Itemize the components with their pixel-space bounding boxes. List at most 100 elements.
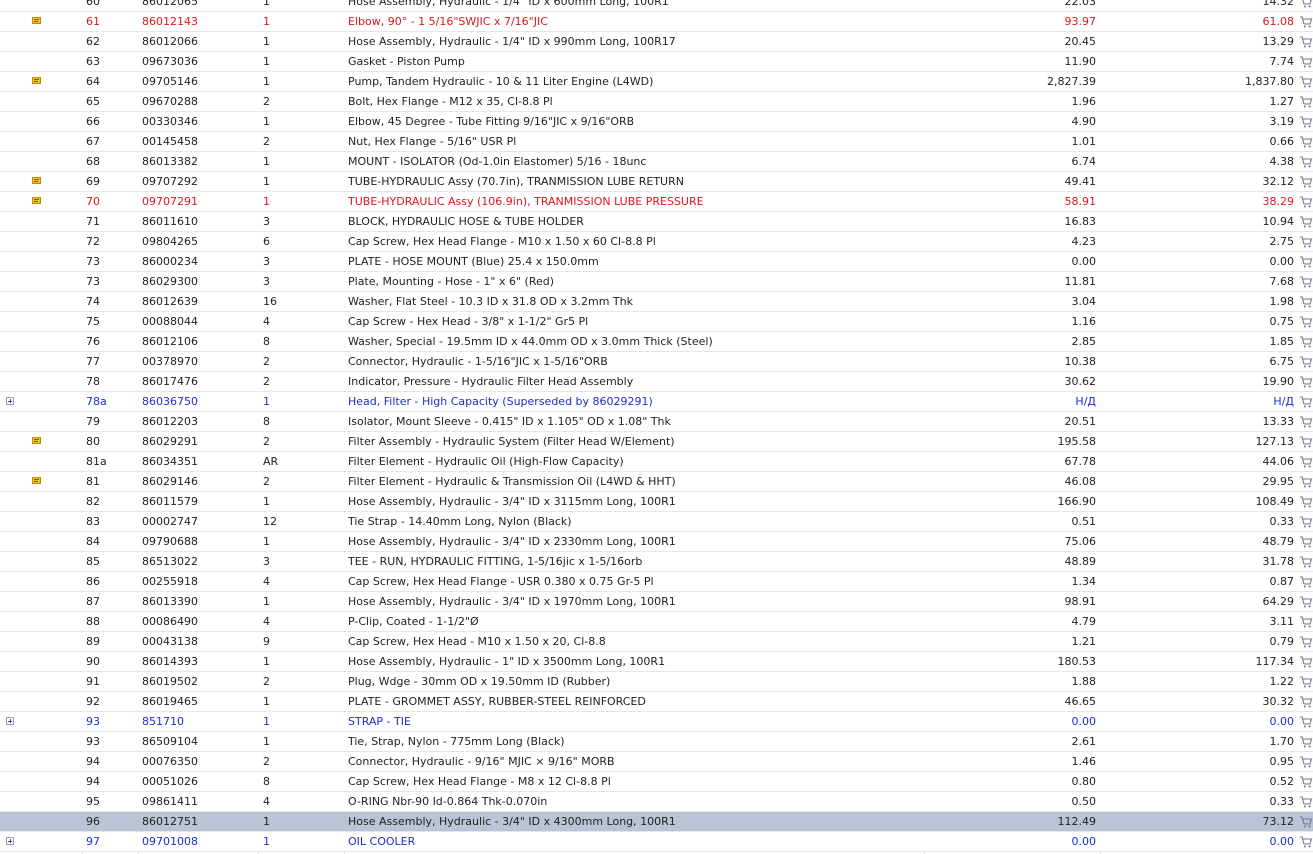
table-row[interactable]: 64 09705146 1 Pump, Tandem Hydraulic - 1…	[0, 72, 1313, 92]
add-to-cart-icon[interactable]	[1299, 475, 1313, 489]
add-to-cart-icon[interactable]	[1299, 835, 1313, 849]
part-number-cell[interactable]: 86013390	[142, 592, 254, 611]
part-number-cell[interactable]: 86012143	[142, 12, 254, 31]
table-row[interactable]: 84 09790688 1 Hose Assembly, Hydraulic -…	[0, 532, 1313, 552]
add-to-cart-icon[interactable]	[1299, 555, 1313, 569]
table-row[interactable]: 96 86012751 1 Hose Assembly, Hydraulic -…	[0, 812, 1313, 832]
part-number-cell[interactable]: 00086490	[142, 612, 254, 631]
part-number-cell[interactable]: 00378970	[142, 352, 254, 371]
table-row[interactable]: 72 09804265 6 Cap Screw, Hex Head Flange…	[0, 232, 1313, 252]
table-row[interactable]: 93 851710 1 STRAP - TIE 0.00 0.00	[0, 712, 1313, 732]
table-row[interactable]: 83 00002747 12 Tie Strap - 14.40mm Long,…	[0, 512, 1313, 532]
table-row[interactable]: 62 86012066 1 Hose Assembly, Hydraulic -…	[0, 32, 1313, 52]
add-to-cart-icon[interactable]	[1299, 655, 1313, 669]
table-row[interactable]: 65 09670288 2 Bolt, Hex Flange - M12 x 3…	[0, 92, 1313, 112]
add-to-cart-icon[interactable]	[1299, 0, 1313, 9]
expand-icon[interactable]	[6, 397, 14, 405]
table-row[interactable]: 71 86011610 3 BLOCK, HYDRAULIC HOSE & TU…	[0, 212, 1313, 232]
add-to-cart-icon[interactable]	[1299, 535, 1313, 549]
add-to-cart-icon[interactable]	[1299, 635, 1313, 649]
add-to-cart-icon[interactable]	[1299, 795, 1313, 809]
table-row[interactable]: 73 86029300 3 Plate, Mounting - Hose - 1…	[0, 272, 1313, 292]
part-number-cell[interactable]: 86513022	[142, 552, 254, 571]
table-row[interactable]: 63 09673036 1 Gasket - Piston Pump 11.90…	[0, 52, 1313, 72]
add-to-cart-icon[interactable]	[1299, 755, 1313, 769]
part-number-cell[interactable]: 86019502	[142, 672, 254, 691]
part-number-cell[interactable]: 09790688	[142, 532, 254, 551]
add-to-cart-icon[interactable]	[1299, 215, 1313, 229]
table-row[interactable]: 94 00051026 8 Cap Screw, Hex Head Flange…	[0, 772, 1313, 792]
table-row[interactable]: 86 00255918 4 Cap Screw, Hex Head Flange…	[0, 572, 1313, 592]
add-to-cart-icon[interactable]	[1299, 395, 1313, 409]
add-to-cart-icon[interactable]	[1299, 495, 1313, 509]
part-number-cell[interactable]: 00255918	[142, 572, 254, 591]
table-row[interactable]: 66 00330346 1 Elbow, 45 Degree - Tube Fi…	[0, 112, 1313, 132]
note-icon[interactable]	[32, 197, 41, 204]
expand-icon[interactable]	[6, 717, 14, 725]
table-row[interactable]: 90 86014393 1 Hose Assembly, Hydraulic -…	[0, 652, 1313, 672]
table-row[interactable]: 87 86013390 1 Hose Assembly, Hydraulic -…	[0, 592, 1313, 612]
add-to-cart-icon[interactable]	[1299, 455, 1313, 469]
table-row[interactable]: 91 86019502 2 Plug, Wdge - 30mm OD x 19.…	[0, 672, 1313, 692]
table-row[interactable]: 78 86017476 2 Indicator, Pressure - Hydr…	[0, 372, 1313, 392]
table-row[interactable]: 78a 86036750 1 Head, Filter - High Capac…	[0, 392, 1313, 412]
add-to-cart-icon[interactable]	[1299, 75, 1313, 89]
part-number-cell[interactable]: 86036750	[142, 392, 254, 411]
note-icon[interactable]	[32, 177, 41, 184]
note-icon[interactable]	[32, 437, 41, 444]
add-to-cart-icon[interactable]	[1299, 735, 1313, 749]
add-to-cart-icon[interactable]	[1299, 295, 1313, 309]
table-row[interactable]: 74 86012639 16 Washer, Flat Steel - 10.3…	[0, 292, 1313, 312]
part-number-cell[interactable]: 00002747	[142, 512, 254, 531]
part-number-cell[interactable]: 86029146	[142, 472, 254, 491]
add-to-cart-icon[interactable]	[1299, 435, 1313, 449]
table-row[interactable]: 80 86029291 2 Filter Assembly - Hydrauli…	[0, 432, 1313, 452]
part-number-cell[interactable]: 00330346	[142, 112, 254, 131]
add-to-cart-icon[interactable]	[1299, 155, 1313, 169]
part-number-cell[interactable]: 86011610	[142, 212, 254, 231]
part-number-cell[interactable]: 00145458	[142, 132, 254, 151]
table-row[interactable]: 81a 86034351 AR Filter Element - Hydraul…	[0, 452, 1313, 472]
part-number-cell[interactable]: 86012639	[142, 292, 254, 311]
part-number-cell[interactable]: 86011579	[142, 492, 254, 511]
note-icon[interactable]	[32, 77, 41, 84]
part-number-cell[interactable]: 86034351	[142, 452, 254, 471]
table-row[interactable]: 60 86012065 1 Hose Assembly, Hydraulic -…	[0, 0, 1313, 12]
part-number-cell[interactable]: 851710	[142, 712, 254, 731]
part-number-cell[interactable]: 86019465	[142, 692, 254, 711]
add-to-cart-icon[interactable]	[1299, 515, 1313, 529]
table-row[interactable]: 81 86029146 2 Filter Element - Hydraulic…	[0, 472, 1313, 492]
add-to-cart-icon[interactable]	[1299, 415, 1313, 429]
table-row[interactable]: 69 09707292 1 TUBE-HYDRAULIC Assy (70.7i…	[0, 172, 1313, 192]
table-row[interactable]: 88 00086490 4 P-Clip, Coated - 1-1/2"Ø 4…	[0, 612, 1313, 632]
part-number-cell[interactable]: 86029291	[142, 432, 254, 451]
table-row[interactable]: 67 00145458 2 Nut, Hex Flange - 5/16" US…	[0, 132, 1313, 152]
add-to-cart-icon[interactable]	[1299, 335, 1313, 349]
note-icon[interactable]	[32, 477, 41, 484]
table-row[interactable]: 70 09707291 1 TUBE-HYDRAULIC Assy (106.9…	[0, 192, 1313, 212]
add-to-cart-icon[interactable]	[1299, 195, 1313, 209]
add-to-cart-icon[interactable]	[1299, 375, 1313, 389]
part-number-cell[interactable]: 00088044	[142, 312, 254, 331]
add-to-cart-icon[interactable]	[1299, 235, 1313, 249]
table-row[interactable]: 76 86012106 8 Washer, Special - 19.5mm I…	[0, 332, 1313, 352]
part-number-cell[interactable]: 86014393	[142, 652, 254, 671]
part-number-cell[interactable]: 00043138	[142, 632, 254, 651]
part-number-cell[interactable]: 86017476	[142, 372, 254, 391]
part-number-cell[interactable]: 86000234	[142, 252, 254, 271]
table-row[interactable]: 68 86013382 1 MOUNT - ISOLATOR (Od-1.0in…	[0, 152, 1313, 172]
expand-icon[interactable]	[6, 837, 14, 845]
part-number-cell[interactable]: 00051026	[142, 772, 254, 791]
table-row[interactable]: 75 00088044 4 Cap Screw - Hex Head - 3/8…	[0, 312, 1313, 332]
part-number-cell[interactable]: 09673036	[142, 52, 254, 71]
add-to-cart-icon[interactable]	[1299, 575, 1313, 589]
add-to-cart-icon[interactable]	[1299, 355, 1313, 369]
table-row[interactable]: 79 86012203 8 Isolator, Mount Sleeve - 0…	[0, 412, 1313, 432]
table-row[interactable]: 95 09861411 4 O-RING Nbr-90 Id-0.864 Thk…	[0, 792, 1313, 812]
part-number-cell[interactable]: 86029300	[142, 272, 254, 291]
part-number-cell[interactable]: 86509104	[142, 732, 254, 751]
table-row[interactable]: 97 09701008 1 OIL COOLER 0.00 0.00	[0, 832, 1313, 852]
add-to-cart-icon[interactable]	[1299, 275, 1313, 289]
part-number-cell[interactable]: 86012066	[142, 32, 254, 51]
add-to-cart-icon[interactable]	[1299, 595, 1313, 609]
